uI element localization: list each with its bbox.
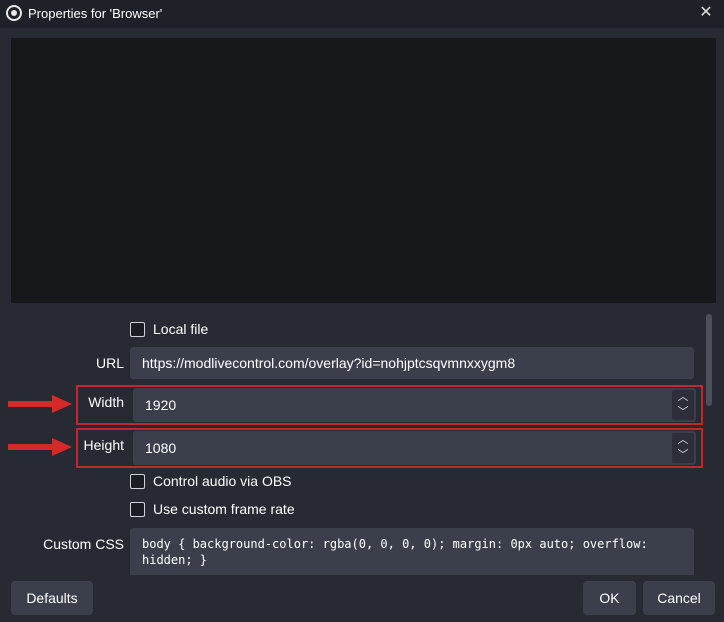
url-label: URL [95, 355, 124, 371]
local-file-label: Local file [153, 321, 209, 337]
form-scrollbar[interactable] [706, 314, 712, 406]
height-label: Height [83, 437, 124, 453]
local-file-row[interactable]: Local file [130, 319, 208, 339]
url-value: https://modlivecontrol.com/overlay?id=no… [142, 355, 516, 371]
custom-css-textarea[interactable]: body { background-color: rgba(0, 0, 0, 0… [130, 528, 694, 575]
height-input[interactable]: 1080 ︿ ﹀ [133, 431, 696, 465]
properties-form: Local file URL https://modlivecontrol.co… [0, 303, 724, 575]
width-label: Width [88, 394, 124, 410]
width-value: 1920 [145, 397, 177, 413]
browser-preview [11, 38, 716, 303]
height-value: 1080 [145, 440, 177, 456]
control-audio-checkbox[interactable] [130, 473, 145, 489]
width-spinner: ︿ ﹀ [672, 390, 694, 420]
width-increment-icon[interactable]: ︿ [672, 390, 694, 405]
window-title: Properties for 'Browser' [28, 6, 163, 21]
ok-button[interactable]: OK [583, 581, 636, 615]
custom-frame-rate-label: Use custom frame rate [153, 501, 295, 517]
url-input[interactable]: https://modlivecontrol.com/overlay?id=no… [130, 347, 694, 379]
height-increment-icon[interactable]: ︿ [672, 433, 694, 448]
defaults-button[interactable]: Defaults [11, 581, 93, 615]
width-input[interactable]: 1920 ︿ ﹀ [133, 388, 696, 422]
custom-frame-rate-row[interactable]: Use custom frame rate [130, 499, 295, 519]
width-decrement-icon[interactable]: ﹀ [672, 405, 694, 420]
cancel-button[interactable]: Cancel [643, 581, 715, 615]
height-spinner: ︿ ﹀ [672, 433, 694, 463]
obs-logo-icon [6, 5, 22, 21]
custom-frame-rate-checkbox[interactable] [130, 501, 145, 517]
custom-css-label: Custom CSS [43, 536, 124, 552]
local-file-checkbox[interactable] [130, 321, 145, 337]
control-audio-row[interactable]: Control audio via OBS [130, 471, 292, 491]
control-audio-label: Control audio via OBS [153, 473, 292, 489]
title-bar: Properties for 'Browser' ✕ [0, 0, 724, 28]
close-icon[interactable]: ✕ [696, 3, 716, 23]
height-decrement-icon[interactable]: ﹀ [672, 448, 694, 463]
